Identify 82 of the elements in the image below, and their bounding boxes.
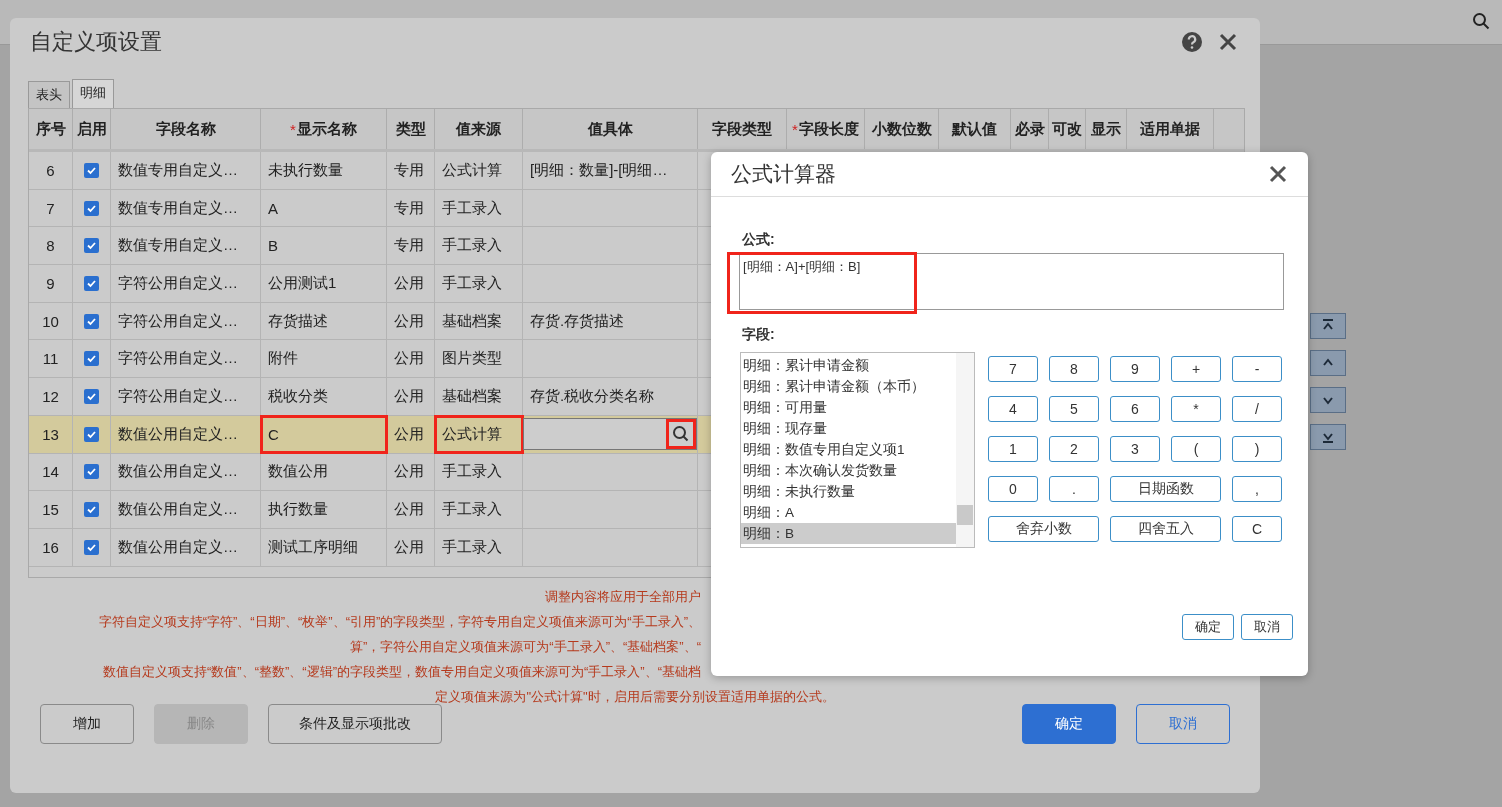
- table-cell: 手工录入: [435, 189, 523, 227]
- table-cell: 公式计算: [435, 152, 523, 189]
- table-cell: 数值公用自定义…: [111, 453, 261, 491]
- row-number: 14: [29, 453, 73, 491]
- table-cell: 未执行数量: [261, 152, 387, 189]
- fields-label: 字段:: [742, 326, 776, 344]
- table-cell: 公用测试1: [261, 265, 387, 302]
- table-cell: 公用: [387, 491, 435, 528]
- table-cell: 数值专用自定义…: [111, 152, 261, 189]
- table-cell: 公式计算: [435, 415, 523, 453]
- table-cell: 公用: [387, 265, 435, 302]
- table-cell: 字符公用自定义…: [111, 340, 261, 378]
- row-number: 16: [29, 528, 73, 566]
- table-cell: C: [261, 415, 387, 453]
- row-number: 12: [29, 378, 73, 415]
- hint-text: 算”，字符公用自定义项值来源可为“手工录入”、“基础档案”、“: [349, 638, 701, 656]
- table-cell: 公用: [387, 340, 435, 378]
- column-header: 必录: [1011, 109, 1049, 149]
- table-cell: 附件: [261, 340, 387, 378]
- column-header: 序号: [29, 109, 73, 149]
- table-cell: 手工录入: [435, 453, 523, 491]
- column-header: 显示: [1086, 109, 1127, 149]
- table-cell: 手工录入: [435, 528, 523, 566]
- row-number: 8: [29, 227, 73, 265]
- row-number: 15: [29, 491, 73, 528]
- table-cell: 数值专用自定义…: [111, 189, 261, 227]
- table-cell: 公用: [387, 453, 435, 491]
- table-cell: 手工录入: [435, 227, 523, 265]
- table-cell: 数值专用自定义…: [111, 227, 261, 265]
- hint-text: 字符自定义项支持“字符”、“日期”、“枚举”、“引用”的字段类型，字符专用自定义项值来源可为“手工录入”、: [97, 613, 701, 631]
- row-number: 10: [29, 302, 73, 340]
- table-cell: B: [261, 227, 387, 265]
- table-cell: 专用: [387, 152, 435, 189]
- table-cell: 公用: [387, 415, 435, 453]
- column-header: *显示名称: [261, 109, 387, 149]
- column-header: 字段名称: [111, 109, 261, 149]
- row-number: 9: [29, 265, 73, 302]
- column-header: 值具体: [523, 109, 698, 149]
- table-cell: 存货.税收分类名称: [523, 378, 698, 415]
- table-cell: [明细：数量]-[明细…: [523, 152, 698, 189]
- dialog-title: 自定义项设置: [30, 28, 163, 56]
- row-number: 11: [29, 340, 73, 378]
- hint-text: 定义项值来源为"公式计算"时，启用后需要分别设置适用单据的公式。: [434, 688, 836, 706]
- table-cell: 存货描述: [261, 302, 387, 340]
- table-cell: 数值公用: [261, 453, 387, 491]
- table-cell: A: [261, 189, 387, 227]
- table-cell: 执行数量: [261, 491, 387, 528]
- table-cell: 基础档案: [435, 378, 523, 415]
- table-cell: 公用: [387, 302, 435, 340]
- table-cell: 存货.存货描述: [523, 302, 698, 340]
- column-header: 小数位数: [865, 109, 939, 149]
- column-header: 可改: [1049, 109, 1086, 149]
- column-header: 类型: [387, 109, 435, 149]
- table-cell: 手工录入: [435, 265, 523, 302]
- row-number: 7: [29, 189, 73, 227]
- table-cell: 字符公用自定义…: [111, 302, 261, 340]
- table-cell: 公用: [387, 528, 435, 566]
- column-header: 启用: [73, 109, 111, 149]
- table-cell: 字符公用自定义…: [111, 378, 261, 415]
- hint-text: 调整内容将应用于全部用户: [544, 588, 701, 606]
- formula-label: 公式:: [742, 231, 776, 249]
- dialog-title: 公式计算器: [731, 161, 837, 187]
- table-cell: 税收分类: [261, 378, 387, 415]
- column-header: 字段类型: [698, 109, 787, 149]
- row-number: 6: [29, 152, 73, 189]
- hint-text: 数值自定义项支持“数值”、“整数”、“逻辑”的字段类型，数值专用自定义项值来源可为“手工录入”、“基础档: [102, 663, 701, 681]
- table-cell: 专用: [387, 189, 435, 227]
- row-number: 13: [29, 415, 73, 453]
- table-cell: 专用: [387, 227, 435, 265]
- table-cell: 测试工序明细: [261, 528, 387, 566]
- column-header: *字段长度: [787, 109, 865, 149]
- column-header: 值来源: [435, 109, 523, 149]
- table-cell: 数值公用自定义…: [111, 491, 261, 528]
- table-cell: 公用: [387, 378, 435, 415]
- table-cell: 数值公用自定义…: [111, 528, 261, 566]
- table-cell: 手工录入: [435, 491, 523, 528]
- table-cell: 字符公用自定义…: [111, 265, 261, 302]
- table-cell: 图片类型: [435, 340, 523, 378]
- table-cell: 数值公用自定义…: [111, 415, 261, 453]
- table-cell: 基础档案: [435, 302, 523, 340]
- column-header: 默认值: [939, 109, 1011, 149]
- column-header: 适用单据: [1127, 109, 1214, 149]
